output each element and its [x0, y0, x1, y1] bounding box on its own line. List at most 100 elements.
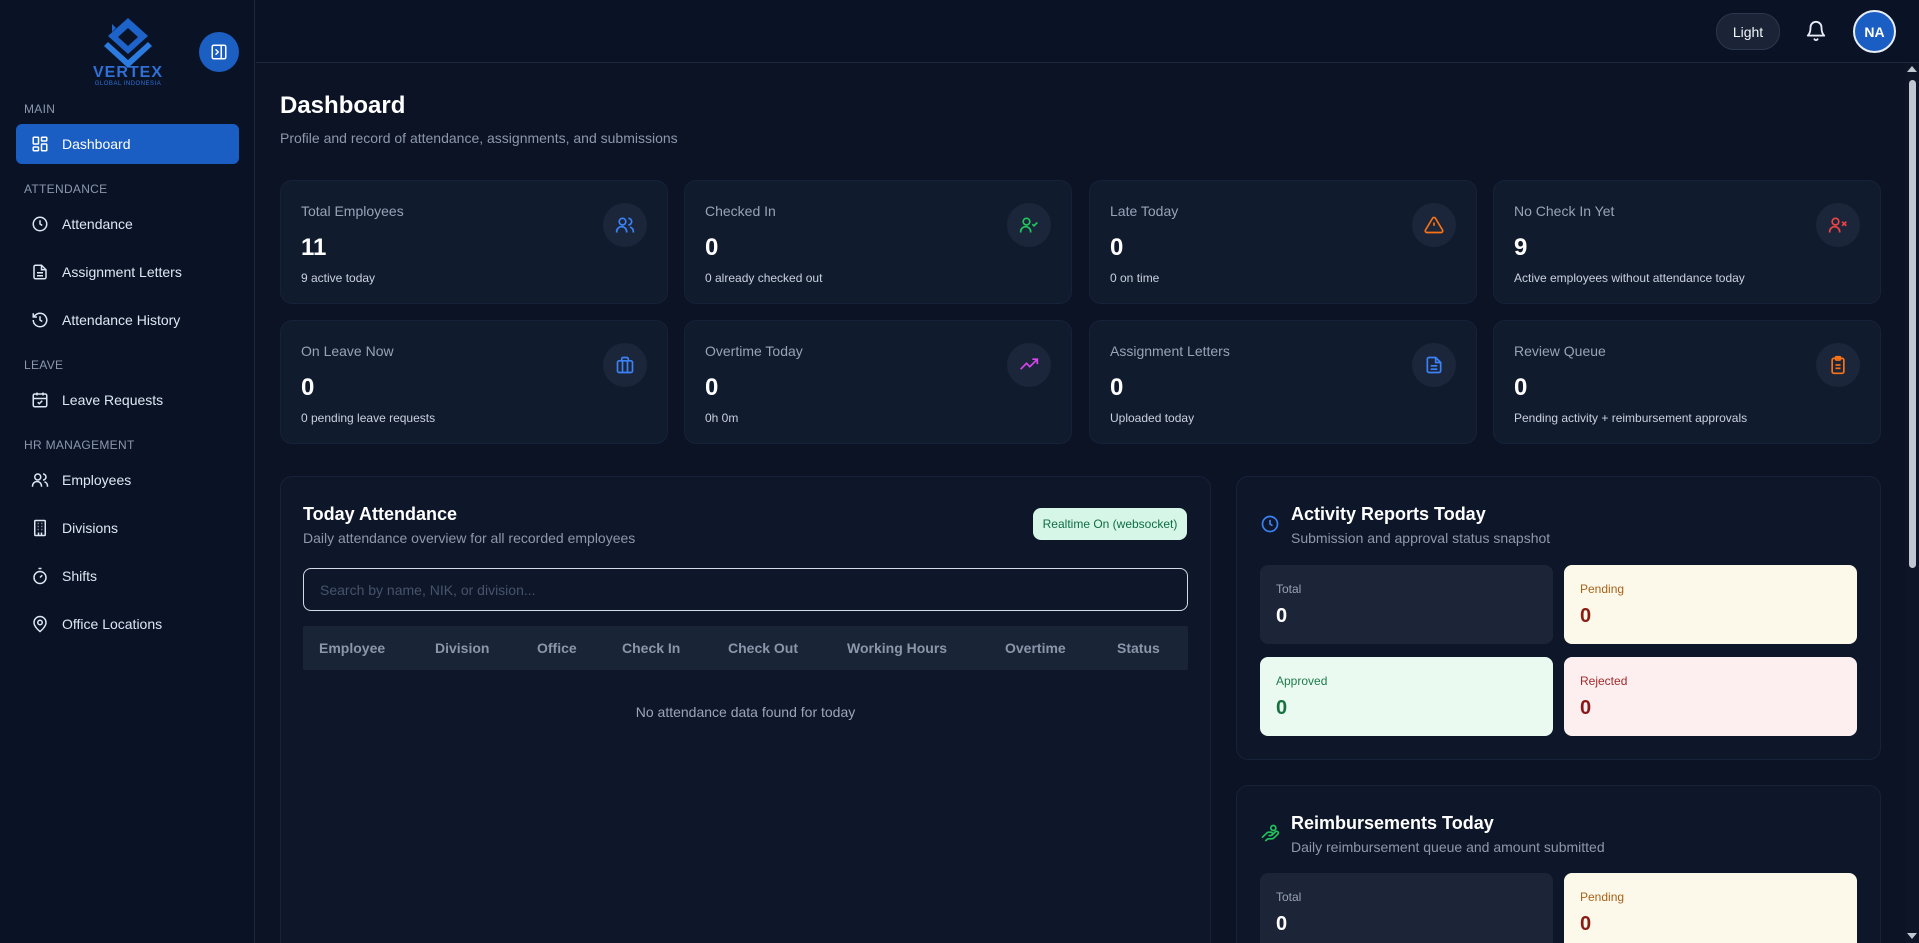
- stat-card-on-leave: On Leave Now 0 0 pending leave requests: [280, 320, 668, 444]
- hand-coins-icon: [1261, 824, 1280, 842]
- mini-label: Total: [1276, 582, 1302, 596]
- section-hr-management: HR MANAGEMENT: [24, 438, 135, 452]
- attendance-search-input[interactable]: [303, 568, 1188, 611]
- sidebar-item-divisions[interactable]: Divisions: [16, 508, 239, 548]
- sidebar-item-label: Dashboard: [62, 136, 131, 152]
- column-header[interactable]: Check Out: [728, 640, 798, 656]
- sidebar-item-label: Office Locations: [62, 616, 163, 632]
- sidebar-item-dashboard[interactable]: Dashboard: [16, 124, 239, 164]
- mini-label: Approved: [1276, 674, 1328, 688]
- stat-label: Overtime Today: [705, 343, 803, 359]
- attendance-table-header: Employee Division Office Check In Check …: [303, 626, 1188, 670]
- scroll-down-icon[interactable]: [1907, 933, 1917, 939]
- attendance-empty-state: No attendance data found for today: [635, 704, 856, 720]
- reimbursement-pending-card: Pending 0: [1564, 873, 1857, 943]
- stat-label: Late Today: [1110, 203, 1179, 219]
- column-header[interactable]: Check In: [622, 640, 680, 656]
- stat-note: 0 on time: [1110, 271, 1160, 285]
- activity-pending-card: Pending 0: [1564, 565, 1857, 644]
- stat-note: 0h 0m: [705, 411, 739, 425]
- mini-value: 0: [1580, 697, 1592, 719]
- column-header[interactable]: Employee: [319, 640, 385, 656]
- stat-card-late-today: Late Today 0 0 on time: [1089, 180, 1477, 304]
- building-icon: [34, 519, 46, 537]
- mini-value: 0: [1276, 913, 1288, 935]
- stat-card-total-employees: Total Employees 11 9 active today: [280, 180, 668, 304]
- file-text-icon: [1426, 356, 1442, 374]
- stat-card-overtime-today: Overtime Today 0 0h 0m: [684, 320, 1072, 444]
- stat-card-checked-in: Checked In 0 0 already checked out: [684, 180, 1072, 304]
- realtime-badge: Realtime On (websocket): [1033, 508, 1187, 540]
- panel-toggle-icon: [211, 44, 227, 60]
- page-subtitle: Profile and record of attendance, assign…: [280, 130, 678, 146]
- sidebar-item-attendance-history[interactable]: Attendance History: [16, 300, 239, 340]
- stat-label: Total Employees: [301, 203, 404, 219]
- stat-value: 0: [705, 374, 719, 401]
- sidebar-toggle-button[interactable]: [199, 32, 239, 72]
- column-header[interactable]: Overtime: [1005, 640, 1066, 656]
- stat-value: 0: [301, 374, 315, 401]
- sidebar-item-label: Shifts: [62, 568, 98, 584]
- timer-icon: [33, 567, 47, 585]
- scrollbar-thumb[interactable]: [1909, 80, 1916, 568]
- scroll-up-icon[interactable]: [1907, 66, 1917, 72]
- activity-title: Activity Reports Today: [1291, 504, 1486, 524]
- alert-triangle-icon: [1424, 216, 1444, 234]
- document-icon: [33, 264, 47, 280]
- section-leave: LEAVE: [24, 358, 64, 372]
- sidebar-item-leave-requests[interactable]: Leave Requests: [16, 380, 239, 420]
- clock-icon: [32, 216, 48, 232]
- mini-label: Rejected: [1580, 674, 1628, 688]
- attendance-title: Today Attendance: [303, 504, 458, 524]
- column-header[interactable]: Working Hours: [847, 640, 947, 656]
- activity-total-card: Total 0: [1260, 565, 1553, 644]
- stat-value: 0: [705, 234, 719, 261]
- reimbursement-subtitle: Daily reimbursement queue and amount sub…: [1291, 839, 1605, 855]
- sidebar-item-office-locations[interactable]: Office Locations: [16, 604, 239, 644]
- stat-note: 0 already checked out: [705, 271, 823, 285]
- stat-note: Uploaded today: [1110, 411, 1195, 425]
- sidebar-item-label: Divisions: [62, 520, 119, 536]
- stat-note: Active employees without attendance toda…: [1514, 271, 1745, 285]
- attendance-subtitle: Daily attendance overview for all record…: [303, 530, 636, 546]
- stat-card-no-check-in: No Check In Yet 9 Active employees witho…: [1493, 180, 1881, 304]
- stat-note: 0 pending leave requests: [301, 411, 436, 425]
- map-pin-icon: [33, 615, 47, 633]
- sidebar-item-employees[interactable]: Employees: [16, 460, 239, 500]
- stat-label: Assignment Letters: [1110, 343, 1230, 359]
- stat-label: No Check In Yet: [1514, 203, 1615, 219]
- activity-rejected-card: Rejected 0: [1564, 657, 1857, 736]
- section-attendance: ATTENDANCE: [24, 182, 108, 196]
- column-header[interactable]: Office: [537, 640, 577, 656]
- activity-subtitle: Submission and approval status snapshot: [1291, 530, 1551, 546]
- trending-up-icon: [1020, 358, 1039, 370]
- stat-card-review-queue: Review Queue 0 Pending activity + reimbu…: [1493, 320, 1881, 444]
- mini-label: Total: [1276, 890, 1302, 904]
- user-x-icon: [1828, 217, 1847, 233]
- sidebar-item-attendance[interactable]: Attendance: [16, 204, 239, 244]
- brand-name: VERTEX: [92, 64, 163, 81]
- sidebar-item-assignment-letters[interactable]: Assignment Letters: [16, 252, 239, 292]
- sidebar-item-label: Attendance: [62, 216, 133, 232]
- clipboard-icon: [1831, 355, 1845, 375]
- stat-note: Pending activity + reimbursement approva…: [1514, 411, 1748, 425]
- column-header[interactable]: Division: [435, 640, 489, 656]
- avatar[interactable]: NA: [1853, 10, 1896, 53]
- column-header[interactable]: Status: [1117, 640, 1160, 656]
- users-icon: [31, 473, 49, 487]
- stat-label: Review Queue: [1514, 343, 1606, 359]
- briefcase-icon: [616, 356, 634, 374]
- page-title: Dashboard: [280, 92, 406, 119]
- history-icon: [32, 312, 48, 328]
- mini-value: 0: [1580, 605, 1592, 627]
- theme-toggle-button[interactable]: Light: [1716, 13, 1780, 50]
- stat-card-assignment-letters: Assignment Letters 0 Uploaded today: [1089, 320, 1477, 444]
- stat-label: Checked In: [705, 203, 776, 219]
- clock-icon: [1261, 515, 1279, 533]
- mini-value: 0: [1276, 605, 1288, 627]
- sidebar: VERTEX GLOBAL INDONESIA MAIN Dashboard A…: [0, 0, 255, 943]
- bell-icon[interactable]: [1805, 20, 1827, 42]
- section-main: MAIN: [24, 102, 56, 116]
- calendar-check-icon: [32, 392, 48, 408]
- sidebar-item-shifts[interactable]: Shifts: [16, 556, 239, 596]
